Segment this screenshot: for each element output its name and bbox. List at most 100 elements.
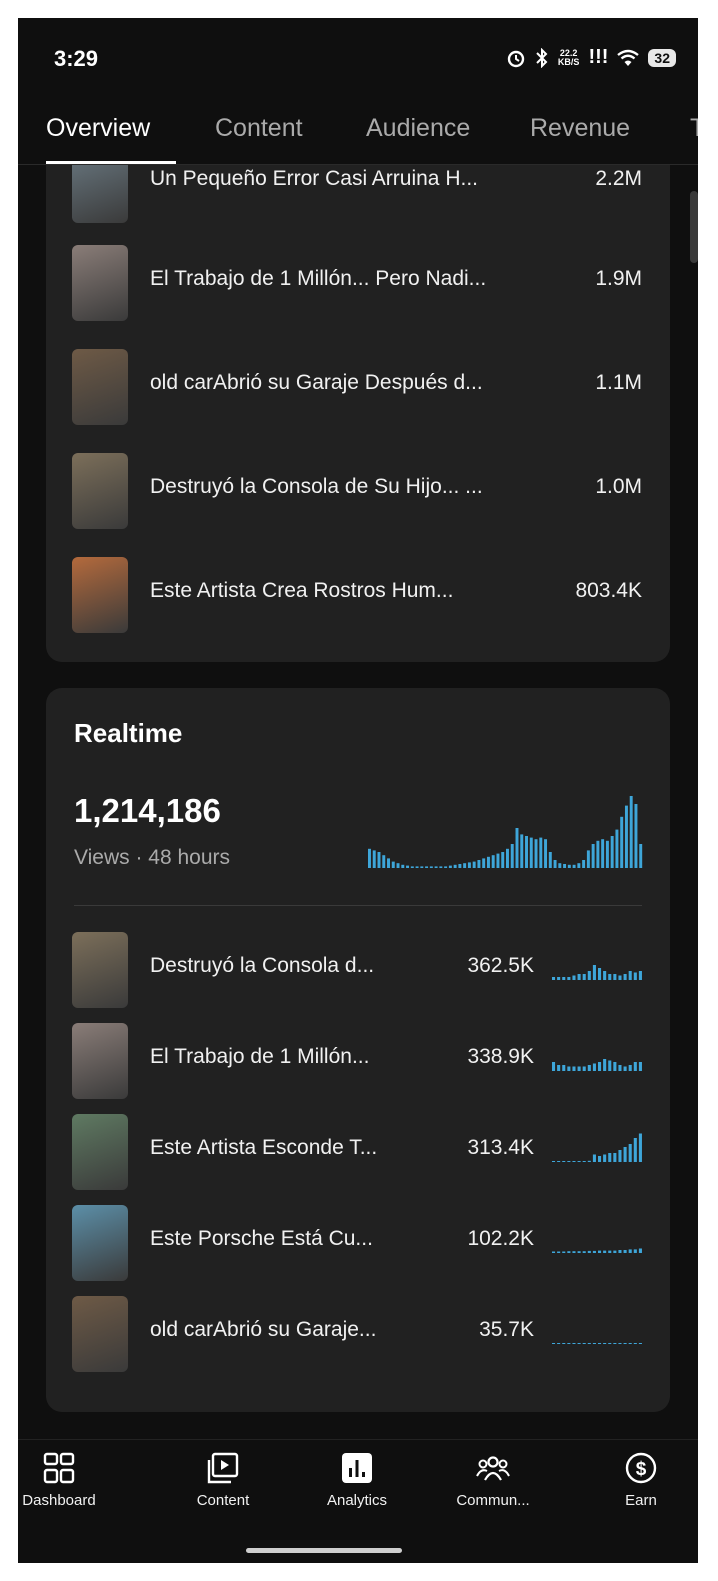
analytics-icon [342,1453,372,1483]
realtime-bar [548,852,552,868]
sparkline [552,1343,642,1344]
realtime-row[interactable]: Este Porsche Está Cu... 102.2K [46,1195,670,1281]
sparkline [552,965,642,980]
tab-more[interactable]: T [690,114,698,143]
sparkline-bar [557,1251,561,1253]
top-content-row[interactable]: El Trabajo de 1 Millón... Pero Nadi... 1… [46,223,670,321]
video-title: Este Artista Crea Rostros Hum... [150,579,454,602]
sparkline-bar [587,1250,591,1253]
sparkline-bar [592,965,596,980]
sparkline-bar [623,1250,627,1253]
realtime-row[interactable]: old carAbrió su Garaje... 35.7K [46,1286,670,1372]
video-title: El Trabajo de 1 Millón... [150,1045,370,1068]
sparkline-bar [633,1138,637,1162]
sparkline-bar [552,1343,556,1344]
realtime-bar [486,856,490,868]
sparkline-bar [582,1251,586,1253]
video-title: Este Artista Esconde T... [150,1136,378,1159]
video-title: El Trabajo de 1 Millón... Pero Nadi... [150,267,487,290]
tab-content[interactable]: Content [215,114,303,143]
sparkline-bar [603,1250,607,1253]
top-content-row[interactable]: old carAbrió su Garaje Después d... 1.1M [46,327,670,425]
sparkline-bar [598,1156,602,1162]
scrollbar-thumb[interactable] [690,191,698,263]
video-views: 35.7K [479,1318,534,1341]
sparkline-bar [562,1343,566,1344]
sparkline-bar [613,1250,617,1253]
nav-label: Commun... [456,1492,530,1509]
net-speed-unit: KB/S [557,56,580,67]
video-thumbnail [72,245,128,321]
realtime-bar [591,844,595,868]
status-bar: 3:29 22.2 KB/S !!! 32 [18,18,698,100]
sparkline-bar [608,1343,612,1344]
sparkline-bar [552,1062,556,1071]
analytics-tabs: Overview Content Audience Revenue T [18,104,698,165]
nav-community[interactable]: Commun... [438,1450,548,1509]
sparkline-bar [603,1154,607,1162]
nav-earn[interactable]: $ Earn [586,1450,696,1509]
realtime-bar [406,865,410,868]
realtime-row[interactable]: Destruyó la Consola d... 362.5K [46,922,670,1008]
sparkline [552,1059,642,1071]
video-views: 2.2M [595,167,642,190]
realtime-views-count: 1,214,186 [74,792,221,829]
wifi-icon [617,49,640,66]
svg-text:$: $ [636,1459,647,1480]
realtime-bar [425,866,429,868]
sparkline-bar [567,1161,571,1162]
tab-overview[interactable]: Overview [46,114,150,143]
realtime-bar [434,866,438,868]
tab-revenue[interactable]: Revenue [530,114,630,143]
realtime-row[interactable]: Este Artista Esconde T... 313.4K [46,1104,670,1190]
sparkline-bar [618,1065,622,1071]
status-icons: 22.2 KB/S !!! 32 [506,46,676,69]
nav-content[interactable]: Content [168,1450,278,1509]
sparkline-bar [623,1147,627,1162]
realtime-bar [567,864,571,868]
sparkline-bar [577,1066,581,1071]
video-thumbnail [72,453,128,529]
sparkline-bar [562,1251,566,1253]
video-views: 362.5K [467,954,534,977]
sparkline-bar [582,1343,586,1344]
video-views: 338.9K [467,1045,534,1068]
realtime-card[interactable]: Realtime 1,214,186 Views · 48 hours Dest… [46,688,670,1412]
top-content-row[interactable]: Destruyó la Consola de Su Hijo... ... 1.… [46,431,670,529]
sparkline-bar [613,1062,617,1071]
realtime-bar [520,834,524,868]
sparkline-bar [603,1059,607,1071]
video-views: 1.0M [595,475,642,498]
realtime-bar [491,855,495,868]
home-indicator[interactable] [246,1548,402,1553]
realtime-bar [477,860,481,868]
video-thumbnail [72,1114,128,1190]
realtime-bar [572,864,576,868]
top-content-row[interactable]: Este Artista Crea Rostros Hum... 803.4K [46,535,670,633]
top-content-card: Un Pequeño Error Casi Arruina H... 2.2M … [46,165,670,662]
sparkline-bar [582,1066,586,1071]
sparkline-bar [598,1250,602,1253]
sparkline-bar [572,975,576,980]
sparkline-bar [552,1161,556,1162]
realtime-bar [596,840,600,868]
sparkline-bar [572,1066,576,1071]
realtime-bar [539,837,543,868]
realtime-row[interactable]: El Trabajo de 1 Millón... 338.9K [46,1013,670,1099]
realtime-bar [501,852,505,868]
top-content-row[interactable]: Un Pequeño Error Casi Arruina H... 2.2M [46,165,670,223]
sparkline [552,1248,642,1253]
realtime-bar [453,864,457,868]
overview-content[interactable]: Un Pequeño Error Casi Arruina H... 2.2M … [18,165,698,1439]
sparkline-bar [577,1251,581,1253]
content-icon [207,1452,239,1484]
video-views: 102.2K [467,1227,534,1250]
realtime-bar [544,839,548,868]
tab-audience[interactable]: Audience [366,114,470,143]
nav-dashboard[interactable]: Dashboard [18,1450,114,1509]
dashboard-icon [43,1452,75,1484]
sparkline-bar [608,1250,612,1253]
sparkline-bar [608,1060,612,1071]
nav-analytics[interactable]: Analytics [302,1450,412,1509]
sparkline-bar [572,1343,576,1344]
